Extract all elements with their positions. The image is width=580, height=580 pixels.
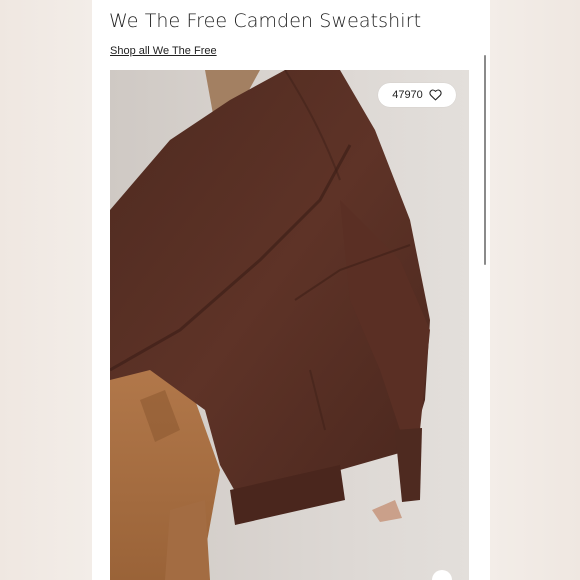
likes-button[interactable]: 47970 xyxy=(378,83,456,107)
page-scrollbar[interactable] xyxy=(484,55,486,265)
left-background xyxy=(0,0,92,580)
likes-count: 47970 xyxy=(392,89,423,101)
product-photo-illustration xyxy=(110,70,469,580)
shop-brand-link[interactable]: Shop all We The Free xyxy=(110,45,217,57)
product-screen: We The Free Camden Sweatshirt Shop all W… xyxy=(92,0,490,580)
right-background xyxy=(490,0,580,580)
product-image[interactable]: 47970 xyxy=(110,70,469,580)
heart-icon xyxy=(429,89,442,101)
product-title: We The Free Camden Sweatshirt xyxy=(109,10,422,32)
